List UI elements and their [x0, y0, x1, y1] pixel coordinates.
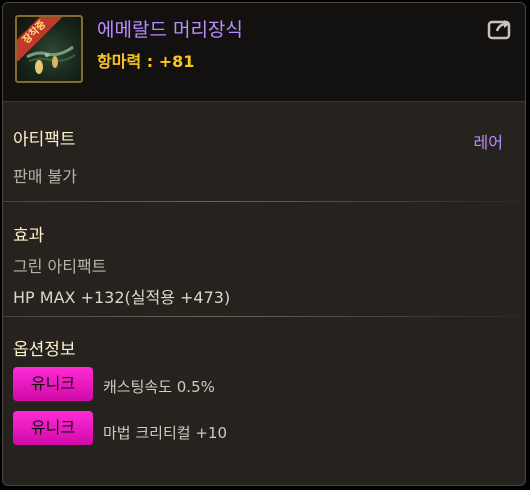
artifact-title: 아티팩트 [13, 130, 76, 150]
unique-option-badge[interactable]: 유니크 [13, 367, 93, 401]
share-button[interactable] [487, 17, 515, 41]
unique-option-badge[interactable]: 유니크 [13, 411, 93, 445]
sale-restriction: 판매 불가 [13, 167, 77, 186]
divider [3, 201, 525, 202]
item-stat: 항마력 : +81 [97, 52, 195, 71]
option-text: 마법 크리티컬 +10 [103, 424, 227, 442]
divider [3, 316, 525, 317]
item-name: 에메랄드 머리장식 [97, 19, 243, 41]
item-header: 장착중 에메랄드 머리장식 항마력 : +81 [3, 3, 525, 102]
options-title: 옵션정보 [13, 340, 76, 360]
item-tooltip: 장착중 에메랄드 머리장식 항마력 : +81 아티팩트 레어 판매 불가 효과… [2, 2, 526, 486]
emerald-headpiece-icon: 장착중 [15, 15, 83, 83]
rarity-label: 레어 [473, 133, 503, 152]
effect-line: HP MAX +132(실적용 +473) [13, 288, 231, 307]
effect-title: 효과 [13, 226, 45, 246]
share-icon [487, 20, 511, 40]
option-text: 캐스팅속도 0.5% [103, 378, 215, 396]
effect-line: 그린 아티팩트 [13, 257, 107, 276]
